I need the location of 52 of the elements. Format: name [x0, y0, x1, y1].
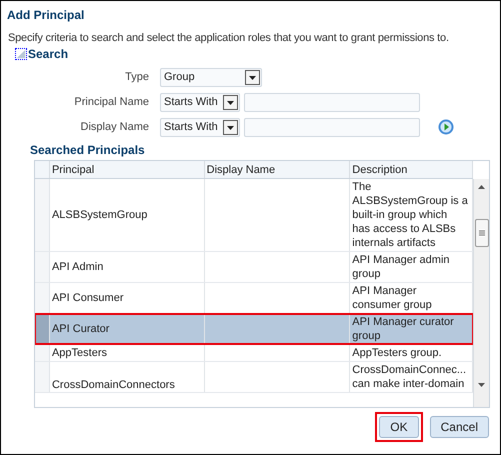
- section-heading: Search: [28, 47, 68, 61]
- table-cell: The: [352, 180, 372, 194]
- column-header[interactable]: Display Name: [204, 161, 350, 178]
- table-cell: API Manager curator: [352, 315, 454, 329]
- dialog-button[interactable]: Cancel: [430, 416, 489, 438]
- scrollbar[interactable]: [473, 179, 489, 407]
- table-cell: CrossDomainConnec...: [352, 363, 466, 377]
- dropdown[interactable]: Group: [160, 68, 262, 86]
- table-row[interactable]: API Curator API Manager curator group: [35, 314, 474, 345]
- table-cell: AppTesters group.: [352, 346, 442, 360]
- table-cell: has access to ALSBs: [352, 222, 456, 236]
- caret-icon: [245, 70, 260, 84]
- field-label: Principal Name: [73, 95, 150, 109]
- table-cell: group: [352, 329, 380, 343]
- column-header[interactable]: Principal: [50, 161, 205, 178]
- table-cell: ALSBSystemGroup: [52, 208, 148, 222]
- scroll-thumb[interactable]: [474, 219, 489, 247]
- table-cell: built-in group which: [352, 208, 448, 222]
- table-cell: group: [352, 267, 380, 281]
- table-cell: consumer group: [352, 298, 432, 312]
- table-cell: AppTesters: [52, 346, 107, 360]
- table-cell: internals artifacts: [352, 236, 436, 250]
- table-cell: API Consumer: [52, 291, 124, 305]
- dropdown[interactable]: Starts With: [160, 92, 240, 112]
- table-cell: CrossDomainConnectors: [52, 378, 175, 392]
- disclosure-triangle-icon[interactable]: [15, 48, 27, 60]
- table-row[interactable]: API Admin API Manager admin group: [35, 252, 474, 283]
- table-row[interactable]: AppTesters AppTesters group.: [35, 345, 474, 362]
- table-cell: API Admin: [52, 260, 104, 274]
- instructions: Specify criteria to search and select the application roles that you want to grant permissions to.: [8, 31, 449, 45]
- table-cell: API Manager: [352, 284, 416, 298]
- section-heading: Searched Principals: [30, 143, 145, 157]
- table-cell: API Manager admin: [352, 253, 450, 267]
- search-go-icon[interactable]: [438, 119, 454, 135]
- table-row[interactable]: ALSBSystemGroup The ALSBSystemGroup is a built-in group which has access to ALSBs internals artifacts: [35, 179, 474, 252]
- dropdown[interactable]: Starts With: [160, 118, 240, 136]
- table-row[interactable]: API Consumer API Manager consumer group: [35, 283, 474, 314]
- table-cell: can make inter-domain: [352, 377, 464, 391]
- caret-icon: [223, 120, 238, 134]
- table-row[interactable]: CrossDomainConnectors CrossDomainConnec... can make inter-domain: [35, 362, 474, 393]
- dialog-button[interactable]: OK: [379, 416, 419, 438]
- field-label: Type: [124, 70, 150, 84]
- field-label: Display Name: [80, 120, 150, 134]
- scroll-up-icon[interactable]: [478, 185, 486, 189]
- table-cell: API Curator: [52, 322, 110, 336]
- table-cell: ALSBSystemGroup is a: [352, 194, 468, 208]
- input-field[interactable]: [244, 92, 420, 112]
- input-field[interactable]: [244, 118, 420, 136]
- caret-icon: [223, 94, 238, 110]
- scroll-down-icon[interactable]: [478, 383, 486, 387]
- column-header[interactable]: Description: [350, 161, 474, 178]
- dialog-title: Add Principal: [7, 8, 84, 22]
